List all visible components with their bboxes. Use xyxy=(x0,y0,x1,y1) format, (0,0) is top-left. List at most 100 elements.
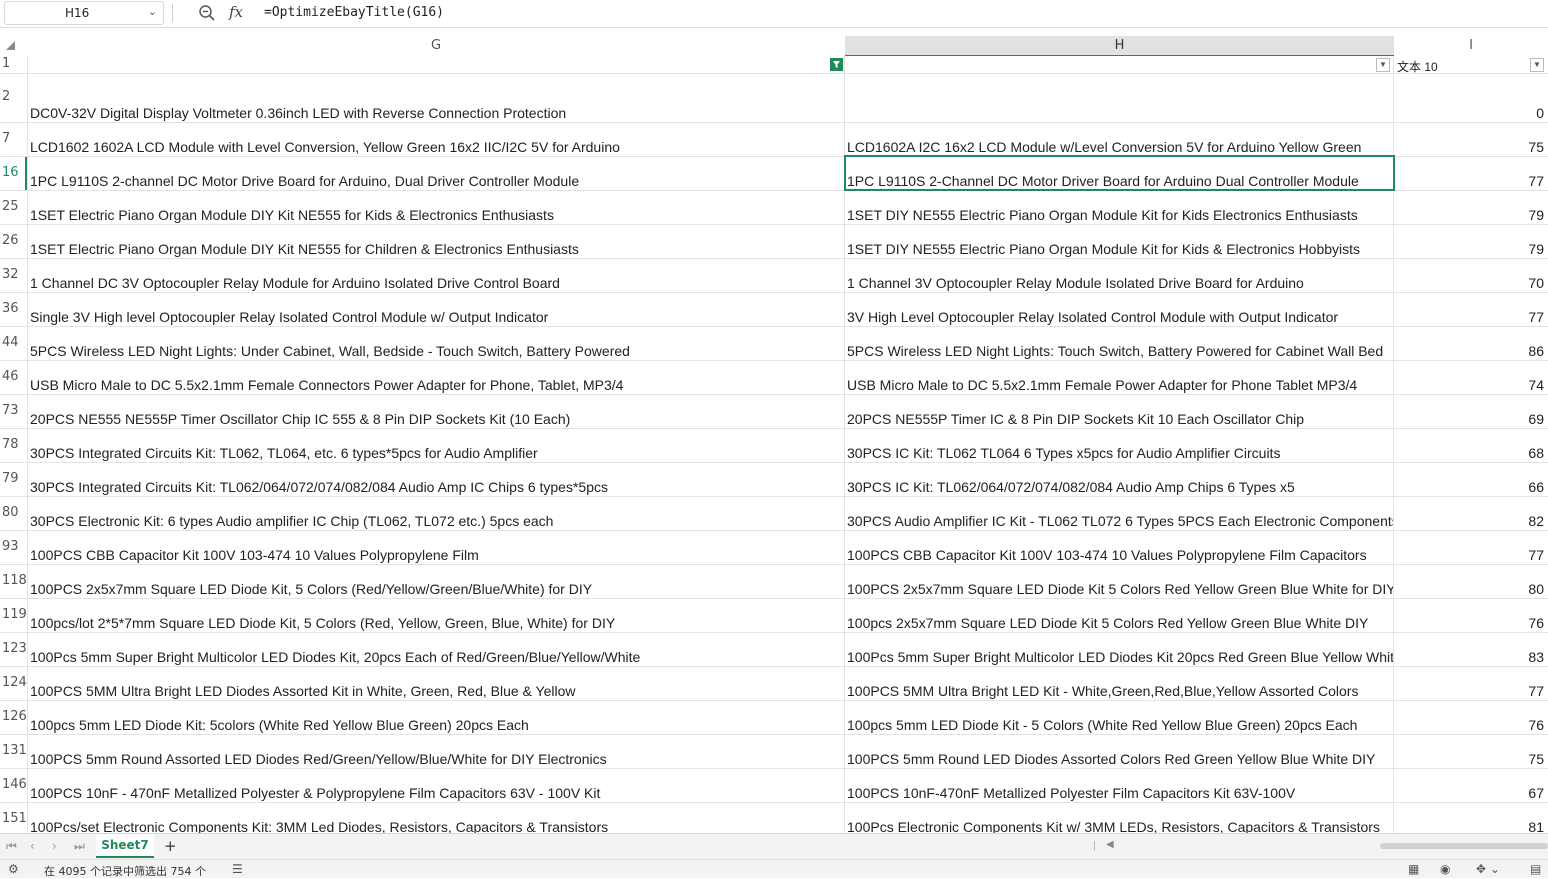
cell-i[interactable]: 83 xyxy=(1394,633,1548,666)
eye-icon[interactable]: ◉ xyxy=(1440,862,1450,876)
cell-h[interactable]: 1SET DIY NE555 Electric Piano Organ Modu… xyxy=(845,225,1394,258)
cell-h[interactable]: 1 Channel 3V Optocoupler Relay Module Is… xyxy=(845,259,1394,292)
cell-h[interactable]: 30PCS IC Kit: TL062 TL064 6 Types x5pcs … xyxy=(845,429,1394,462)
cell-h[interactable]: 5PCS Wireless LED Night Lights: Touch Sw… xyxy=(845,327,1394,360)
cell-g[interactable]: 30PCS Integrated Circuits Kit: TL062, TL… xyxy=(27,429,845,462)
layout-view-icon[interactable]: ✥ ⌄ xyxy=(1476,862,1500,876)
row-number[interactable]: 123 xyxy=(0,633,27,666)
cell-g[interactable]: Single 3V High level Optocoupler Relay I… xyxy=(27,293,845,326)
cell-h[interactable]: 30PCS Audio Amplifier IC Kit - TL062 TL0… xyxy=(845,497,1394,530)
cell-g[interactable]: 100Pcs/set Electronic Components Kit: 3M… xyxy=(27,803,845,833)
row-number[interactable]: 7 xyxy=(0,123,27,156)
row-number[interactable]: 44 xyxy=(0,327,27,360)
cell-i[interactable]: 75 xyxy=(1394,735,1548,768)
column-header-g[interactable]: G xyxy=(27,36,845,56)
row-number[interactable]: 25 xyxy=(0,191,27,224)
cell-i[interactable]: 86 xyxy=(1394,327,1548,360)
chevron-down-icon[interactable]: ⌄ xyxy=(148,5,157,18)
cell-h[interactable]: 100PCS 5mm Round LED Diodes Assorted Col… xyxy=(845,735,1394,768)
cell-i[interactable]: 0 xyxy=(1394,74,1548,122)
select-all-corner[interactable] xyxy=(6,41,15,50)
header-cell-h[interactable]: ▼ xyxy=(845,56,1394,73)
cell-i[interactable]: 76 xyxy=(1394,599,1548,632)
row-number[interactable]: 1 xyxy=(0,56,27,73)
cell-g[interactable]: 100Pcs 5mm Super Bright Multicolor LED D… xyxy=(27,633,845,666)
cell-h[interactable]: 100Pcs Electronic Components Kit w/ 3MM … xyxy=(845,803,1394,833)
cell-g[interactable]: 100PCS CBB Capacitor Kit 100V 103-474 10… xyxy=(27,531,845,564)
cell-i[interactable]: 69 xyxy=(1394,395,1548,428)
add-sheet-button[interactable]: + xyxy=(164,837,177,855)
filter-dropdown-icon[interactable]: ▼ xyxy=(1530,58,1544,72)
cell-i[interactable]: 76 xyxy=(1394,701,1548,734)
row-number[interactable]: 73 xyxy=(0,395,27,428)
header-cell-i[interactable]: 文本 10 ▼ xyxy=(1394,56,1548,73)
cell-h[interactable]: 1SET DIY NE555 Electric Piano Organ Modu… xyxy=(845,191,1394,224)
row-number[interactable]: 126 xyxy=(0,701,27,734)
last-sheet-icon[interactable]: ⏭ xyxy=(74,839,85,854)
macro-icon[interactable]: ⚙ xyxy=(8,862,19,876)
cell-i[interactable]: 81 xyxy=(1394,803,1548,833)
cell-h[interactable]: 100PCS 5MM Ultra Bright LED Kit - White,… xyxy=(845,667,1394,700)
scroll-left-icon[interactable]: ◀ xyxy=(1106,839,1114,850)
filter-active-icon[interactable] xyxy=(830,58,843,71)
next-sheet-icon[interactable]: › xyxy=(52,839,57,853)
row-number[interactable]: 131 xyxy=(0,735,27,768)
cell-h[interactable]: 100PCS 2x5x7mm Square LED Diode Kit 5 Co… xyxy=(845,565,1394,598)
cell-h[interactable]: LCD1602A I2C 16x2 LCD Module w/Level Con… xyxy=(845,123,1394,156)
sheet-tab-sheet7[interactable]: Sheet7 xyxy=(96,834,154,858)
filter-dropdown-icon[interactable]: ▼ xyxy=(1376,58,1390,72)
column-header-h[interactable]: H xyxy=(845,36,1394,57)
column-header-i[interactable]: I xyxy=(1394,36,1548,56)
normal-view-icon[interactable]: ▦ xyxy=(1408,862,1419,876)
cell-g[interactable]: 1 Channel DC 3V Optocoupler Relay Module… xyxy=(27,259,845,292)
cell-h[interactable]: 1PC L9110S 2-Channel DC Motor Driver Boa… xyxy=(845,157,1394,190)
cell-g[interactable]: 1SET Electric Piano Organ Module DIY Kit… xyxy=(27,191,845,224)
row-number[interactable]: 16 xyxy=(0,157,27,190)
row-number[interactable]: 118 xyxy=(0,565,27,598)
cell-g[interactable]: 20PCS NE555 NE555P Timer Oscillator Chip… xyxy=(27,395,845,428)
cell-g[interactable]: 100pcs 5mm LED Diode Kit: 5colors (White… xyxy=(27,701,845,734)
row-number[interactable]: 119 xyxy=(0,599,27,632)
row-number[interactable]: 46 xyxy=(0,361,27,394)
cell-g[interactable]: LCD1602 1602A LCD Module with Level Conv… xyxy=(27,123,845,156)
formula-input[interactable]: =OptimizeEbayTitle(G16) xyxy=(264,5,444,20)
cell-i[interactable]: 74 xyxy=(1394,361,1548,394)
row-number[interactable]: 78 xyxy=(0,429,27,462)
cell-g[interactable]: USB Micro Male to DC 5.5x2.1mm Female Co… xyxy=(27,361,845,394)
cell-h[interactable]: 100pcs 2x5x7mm Square LED Diode Kit 5 Co… xyxy=(845,599,1394,632)
cell-g[interactable]: 100PCS 5MM Ultra Bright LED Diodes Assor… xyxy=(27,667,845,700)
header-cell-g[interactable] xyxy=(27,56,845,73)
row-number[interactable]: 32 xyxy=(0,259,27,292)
cell-g[interactable]: DC0V-32V Digital Display Voltmeter 0.36i… xyxy=(27,74,845,122)
cell-i[interactable]: 79 xyxy=(1394,191,1548,224)
horizontal-scrollbar[interactable] xyxy=(1380,843,1548,849)
cell-g[interactable]: 30PCS Electronic Kit: 6 types Audio ampl… xyxy=(27,497,845,530)
cell-i[interactable]: 77 xyxy=(1394,531,1548,564)
cell-g[interactable]: 100PCS 10nF - 470nF Metallized Polyester… xyxy=(27,769,845,802)
cell-h[interactable]: 100PCS 10nF-470nF Metallized Polyester F… xyxy=(845,769,1394,802)
prev-sheet-icon[interactable]: ‹ xyxy=(30,839,35,853)
cell-h[interactable]: 100pcs 5mm LED Diode Kit - 5 Colors (Whi… xyxy=(845,701,1394,734)
name-box[interactable]: H16 ⌄ xyxy=(4,1,164,25)
row-number[interactable]: 26 xyxy=(0,225,27,258)
cell-h[interactable]: 30PCS IC Kit: TL062/064/072/074/082/084 … xyxy=(845,463,1394,496)
row-number[interactable]: 79 xyxy=(0,463,27,496)
zoom-icon[interactable] xyxy=(197,3,217,23)
cell-h[interactable]: 100PCS CBB Capacitor Kit 100V 103-474 10… xyxy=(845,531,1394,564)
row-number[interactable]: 124 xyxy=(0,667,27,700)
page-view-icon[interactable]: ▤ xyxy=(1530,862,1541,876)
row-number[interactable]: 2 xyxy=(0,74,27,122)
cell-g[interactable]: 1SET Electric Piano Organ Module DIY Kit… xyxy=(27,225,845,258)
cell-i[interactable]: 70 xyxy=(1394,259,1548,292)
function-icon[interactable]: fx xyxy=(229,3,243,21)
first-sheet-icon[interactable]: ⏮ xyxy=(6,839,17,854)
cell-h[interactable]: USB Micro Male to DC 5.5x2.1mm Female Po… xyxy=(845,361,1394,394)
row-number[interactable]: 36 xyxy=(0,293,27,326)
cell-i[interactable]: 77 xyxy=(1394,157,1548,190)
cell-i[interactable]: 82 xyxy=(1394,497,1548,530)
cell-g[interactable]: 100PCS 5mm Round Assorted LED Diodes Red… xyxy=(27,735,845,768)
cell-i[interactable]: 80 xyxy=(1394,565,1548,598)
row-number[interactable]: 93 xyxy=(0,531,27,564)
cell-g[interactable]: 1PC L9110S 2-channel DC Motor Drive Boar… xyxy=(27,157,845,190)
cell-i[interactable]: 66 xyxy=(1394,463,1548,496)
